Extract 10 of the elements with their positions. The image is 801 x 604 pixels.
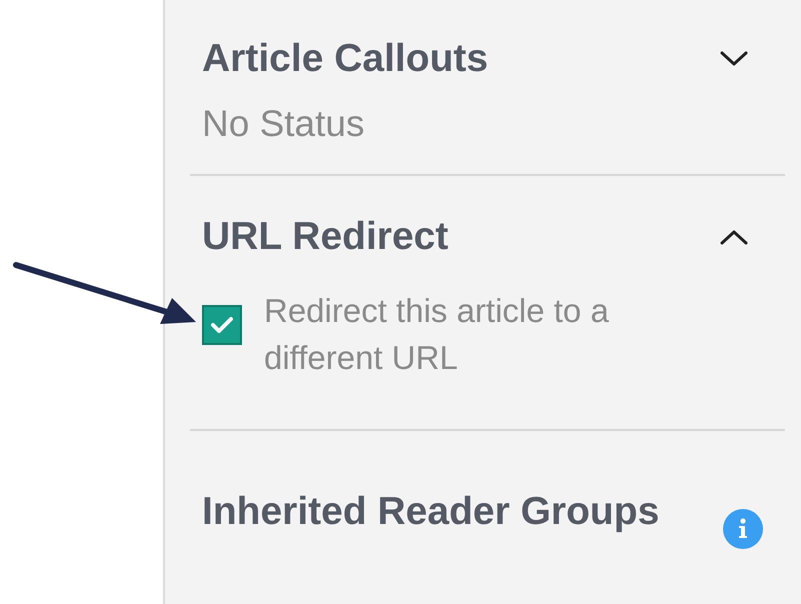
status-text: No Status [202,102,366,146]
section-title: URL Redirect [202,214,448,259]
section-title: Article Callouts [202,36,488,81]
chevron-down-icon[interactable] [719,50,749,68]
check-icon [211,316,233,334]
chevron-up-icon[interactable] [719,228,749,246]
checkbox-label: Redirect this article to a different URL [264,291,610,378]
info-icon[interactable] [723,509,763,549]
checkbox[interactable] [202,305,242,345]
section-title: Inherited Reader Groups [202,488,660,534]
